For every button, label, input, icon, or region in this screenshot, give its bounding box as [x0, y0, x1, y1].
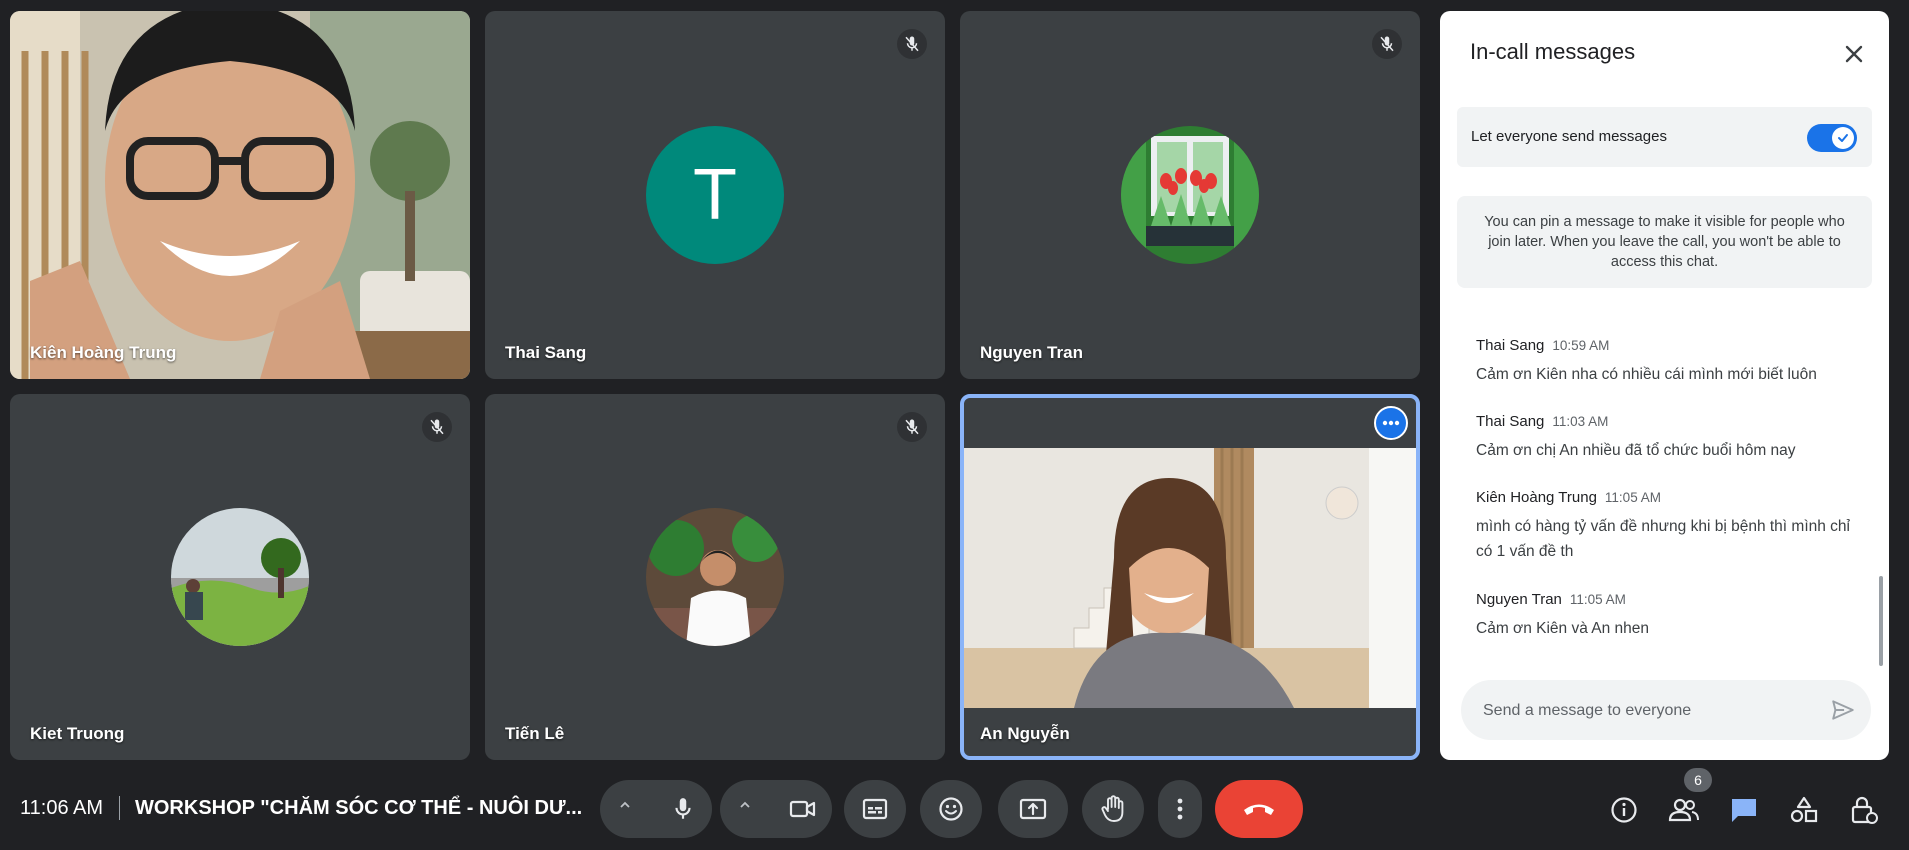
captions-button[interactable]	[844, 780, 906, 838]
people-icon	[1668, 798, 1699, 822]
meeting-clock: 11:06 AM	[20, 797, 104, 819]
participant-video	[10, 11, 470, 379]
participant-name: Kiên Hoàng Trung	[30, 343, 177, 362]
message-sender: Thai Sang	[1476, 413, 1545, 430]
more-options-button[interactable]	[1374, 406, 1408, 440]
mic-off-icon	[1372, 29, 1402, 59]
avatar	[646, 508, 784, 646]
camera-control	[720, 780, 832, 838]
participant-tile-nguyen-tran[interactable]: Nguyen Tran	[960, 11, 1420, 379]
message-input[interactable]	[1481, 680, 1805, 742]
message-time: 11:05 AM	[1569, 592, 1626, 607]
message-compose-box	[1461, 680, 1871, 742]
avatar	[171, 508, 309, 646]
close-icon	[1845, 45, 1863, 63]
message-time: 10:59 AM	[1552, 338, 1610, 353]
toggle-label: Let everyone send messages	[1471, 128, 1667, 145]
info-icon	[1611, 797, 1637, 823]
participant-tile-an-nguyen[interactable]: An Nguyễn	[960, 394, 1420, 760]
more-options-icon	[1382, 420, 1400, 426]
raise-hand-button[interactable]	[1082, 780, 1144, 838]
send-reaction-button[interactable]	[920, 780, 982, 838]
message-time: 11:05 AM	[1604, 490, 1661, 505]
chat-message: Thai Sang 10:59 AM Cảm ơn Kiên nha có nhi…	[1476, 337, 1856, 387]
message-text: Cảm ơn Kiên và An nhen	[1476, 620, 1650, 637]
participant-count-badge: 6	[1684, 768, 1712, 792]
message-time: 11:03 AM	[1552, 414, 1609, 429]
participant-name: An Nguyễn	[980, 724, 1070, 743]
more-options-button[interactable]	[1158, 780, 1202, 838]
participant-tile-kiet-truong[interactable]: Kiet Truong	[10, 394, 470, 760]
mic-icon	[675, 798, 691, 819]
chevron-up-icon[interactable]	[738, 798, 752, 812]
panel-title: In-call messages	[1470, 39, 1636, 64]
message-text: Cảm ơn Kiên nha có nhiều cái mình mới bi…	[1476, 366, 1817, 383]
people-button[interactable]	[1664, 790, 1704, 830]
message-sender: Thai Sang	[1476, 337, 1545, 354]
in-call-messages-panel: In-call messages Let everyone send messa…	[1440, 11, 1889, 760]
check-icon	[1838, 134, 1848, 142]
mic-off-icon	[422, 412, 452, 442]
avatar-initial: T	[693, 155, 737, 235]
chat-message: Nguyen Tran 11:05 AM Cảm ơn Kiên và An nh…	[1476, 591, 1856, 641]
chat-icon	[1732, 799, 1756, 822]
activities-button[interactable]	[1784, 790, 1824, 830]
more-vert-icon	[1177, 798, 1183, 820]
chat-message: Kiên Hoàng Trung 11:05 AM mình có hàng tỷ…	[1476, 489, 1856, 564]
chat-message: Thai Sang 11:03 AM Cảm ơn chị An nhiều đã…	[1476, 413, 1856, 463]
divider	[119, 796, 120, 820]
message-text: mình có hàng tỷ vấn đề nhưng khi bị bệnh…	[1476, 518, 1850, 560]
close-panel-button[interactable]	[1839, 39, 1869, 69]
present-now-button[interactable]	[998, 780, 1068, 838]
participant-video	[964, 448, 1416, 708]
message-sender: Kiên Hoàng Trung	[1476, 489, 1597, 506]
chevron-up-icon[interactable]	[618, 798, 632, 812]
messages-scrollbar[interactable]	[1879, 576, 1883, 666]
meeting-title: WORKSHOP "CHĂM SÓC CƠ THỂ - NUÔI DƯ...	[135, 797, 583, 819]
present-icon	[1019, 798, 1047, 820]
leave-call-button[interactable]	[1215, 780, 1303, 838]
camera-icon	[789, 800, 816, 818]
mic-off-icon	[897, 29, 927, 59]
message-text: Cảm ơn chị An nhiều đã tổ chức buổi hôm …	[1476, 442, 1796, 459]
camera-button[interactable]	[788, 794, 818, 824]
participant-name: Tiến Lê	[505, 724, 565, 743]
pin-info-text: You can pin a message to make it visible…	[1457, 196, 1872, 288]
message-sender: Nguyen Tran	[1476, 591, 1562, 608]
participant-tile-thai-sang[interactable]: T Thai Sang	[485, 11, 945, 379]
meeting-controls-bar: 11:06 AM WORKSHOP "CHĂM SÓC CƠ THỂ - NUÔ…	[0, 760, 1909, 850]
participant-tile-kien[interactable]: Kiên Hoàng Trung	[10, 11, 470, 379]
host-controls-icon	[1851, 796, 1878, 824]
raise-hand-icon	[1101, 795, 1124, 822]
microphone-button[interactable]	[668, 794, 698, 824]
participant-name: Kiet Truong	[30, 724, 125, 743]
captions-icon	[862, 798, 888, 820]
send-icon[interactable]	[1829, 697, 1857, 723]
meeting-details-button[interactable]	[1604, 790, 1644, 830]
avatar: T	[646, 126, 784, 264]
microphone-control	[600, 780, 712, 838]
host-controls-button[interactable]	[1844, 790, 1884, 830]
avatar	[1121, 126, 1259, 264]
participant-name: Nguyen Tran	[980, 343, 1083, 362]
participant-tile-tien-le[interactable]: Tiến Lê	[485, 394, 945, 760]
toggle-knob	[1832, 127, 1854, 149]
chat-button[interactable]	[1724, 790, 1764, 830]
let-everyone-send-toggle[interactable]	[1807, 124, 1857, 152]
activities-icon	[1790, 796, 1818, 823]
let-everyone-send-row: Let everyone send messages	[1457, 107, 1872, 167]
hang-up-icon	[1244, 804, 1274, 815]
emoji-icon	[939, 797, 963, 821]
mic-off-icon	[897, 412, 927, 442]
participant-name: Thai Sang	[505, 343, 587, 362]
